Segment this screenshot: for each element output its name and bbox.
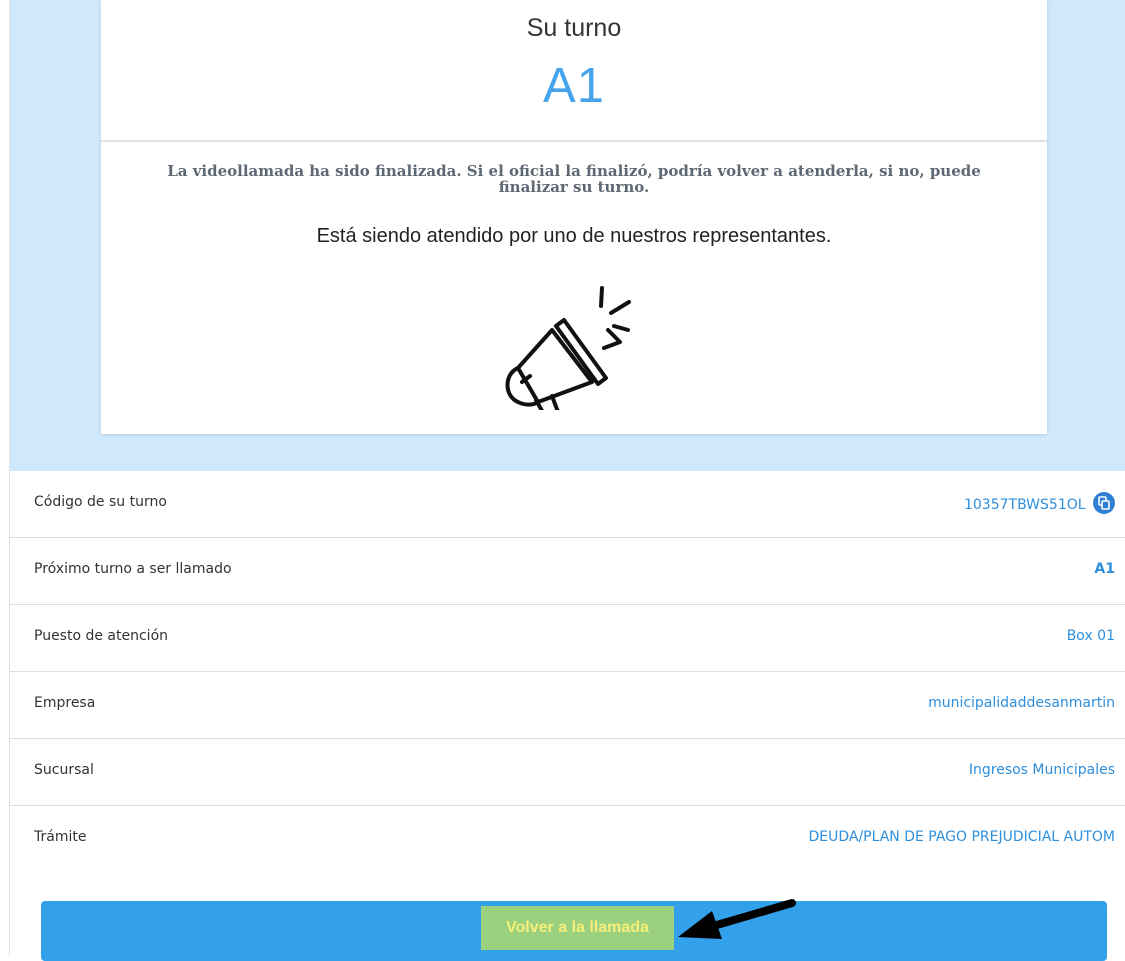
turn-code: A1 bbox=[543, 59, 605, 113]
detail-value: Box 01 bbox=[1066, 628, 1115, 644]
detail-label: Código de su turno bbox=[34, 494, 167, 510]
return-to-call-button[interactable]: Volver a la llamada bbox=[481, 906, 674, 950]
turn-details-list: Código de su turno 10357TBWS51OL Próximo… bbox=[10, 471, 1125, 872]
detail-label: Empresa bbox=[34, 695, 96, 711]
detail-value: A1 bbox=[1094, 561, 1115, 577]
card-divider bbox=[101, 140, 1047, 142]
detail-row-procedure: Trámite DEUDA/PLAN DE PAGO PREJUDICIAL A… bbox=[10, 806, 1125, 872]
detail-row-turn-code: Código de su turno 10357TBWS51OL bbox=[10, 471, 1125, 538]
turn-hero: Su turno A1 La videollamada ha sido fina… bbox=[10, 0, 1125, 471]
detail-value: DEUDA/PLAN DE PAGO PREJUDICIAL AUTOM bbox=[808, 829, 1115, 845]
action-bar: Volver a la llamada bbox=[41, 901, 1107, 961]
turn-code-value: 10357TBWS51OL bbox=[963, 497, 1086, 513]
detail-value: Ingresos Municipales bbox=[968, 762, 1115, 778]
detail-label: Sucursal bbox=[34, 762, 94, 778]
copy-icon[interactable] bbox=[1093, 492, 1115, 514]
turn-label: Su turno bbox=[526, 14, 622, 42]
detail-row-company: Empresa municipalidaddesanmartin bbox=[10, 672, 1125, 739]
detail-row-service-desk: Puesto de atención Box 01 bbox=[10, 605, 1125, 672]
detail-label: Trámite bbox=[34, 829, 87, 845]
attending-status: Está siendo atendido por uno de nuestros… bbox=[316, 225, 832, 247]
detail-value: municipalidaddesanmartin bbox=[928, 695, 1115, 711]
detail-label: Puesto de atención bbox=[34, 628, 169, 644]
detail-label: Próximo turno a ser llamado bbox=[34, 561, 232, 577]
call-ended-notice: La videollamada ha sido finalizada. Si e… bbox=[167, 162, 981, 196]
detail-value: 10357TBWS51OL bbox=[963, 492, 1115, 516]
turn-card: Su turno A1 La videollamada ha sido fina… bbox=[101, 0, 1047, 434]
detail-row-branch: Sucursal Ingresos Municipales bbox=[10, 739, 1125, 806]
megaphone-icon bbox=[505, 286, 631, 410]
arrow-pointer-icon bbox=[678, 899, 796, 939]
detail-row-next-turn: Próximo turno a ser llamado A1 bbox=[10, 538, 1125, 605]
